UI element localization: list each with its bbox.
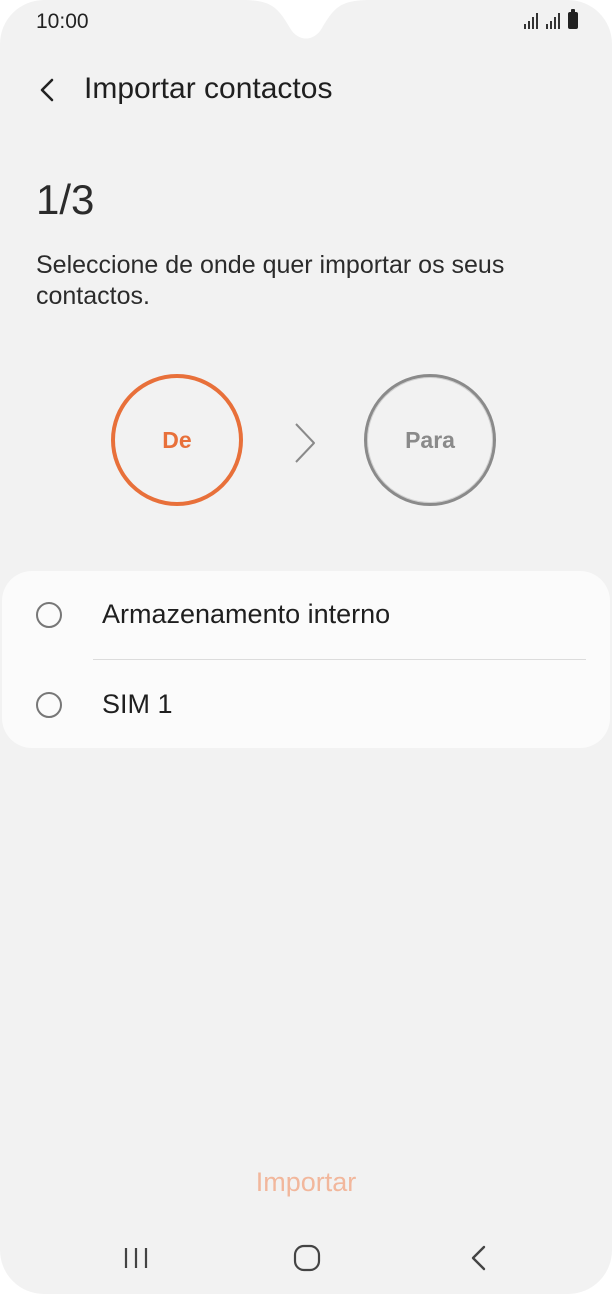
source-list: Armazenamento interno SIM 1: [2, 571, 610, 748]
battery-icon: [568, 9, 578, 29]
source-option-sim1[interactable]: SIM 1: [2, 660, 610, 748]
source-option-label: Armazenamento interno: [102, 599, 391, 629]
signal-sim2-icon: [546, 13, 560, 29]
instruction-text: Seleccione de onde quer importar os seus…: [36, 251, 505, 310]
back-arrow-icon[interactable]: [34, 76, 62, 104]
from-step-circle: De: [111, 374, 243, 506]
app-header: Importar contactos: [0, 64, 612, 116]
source-option-label: SIM 1: [102, 689, 173, 719]
to-step-label: Para: [405, 426, 455, 453]
camera-notch: [242, 0, 370, 39]
radio-button[interactable]: [36, 692, 62, 718]
from-step-label: De: [162, 426, 192, 453]
status-icons: [524, 9, 578, 29]
home-icon[interactable]: [292, 1244, 322, 1272]
status-time: 10:00: [36, 10, 89, 33]
back-icon[interactable]: [466, 1244, 492, 1272]
source-option-internal-storage[interactable]: Armazenamento interno: [2, 571, 610, 659]
radio-button[interactable]: [36, 602, 62, 628]
recents-icon[interactable]: [122, 1246, 150, 1270]
page-title: Importar contactos: [84, 72, 333, 105]
chevron-right-icon: [295, 423, 315, 463]
import-button[interactable]: Importar: [206, 1160, 406, 1204]
step-indicator: 1/3: [36, 176, 95, 223]
phone-screen: 10:00 Importar contactos 1/3 Seleccione …: [0, 0, 612, 1294]
to-step-circle: Para: [364, 374, 496, 506]
system-nav-bar: [0, 1226, 612, 1286]
signal-sim1-icon: [524, 13, 538, 29]
